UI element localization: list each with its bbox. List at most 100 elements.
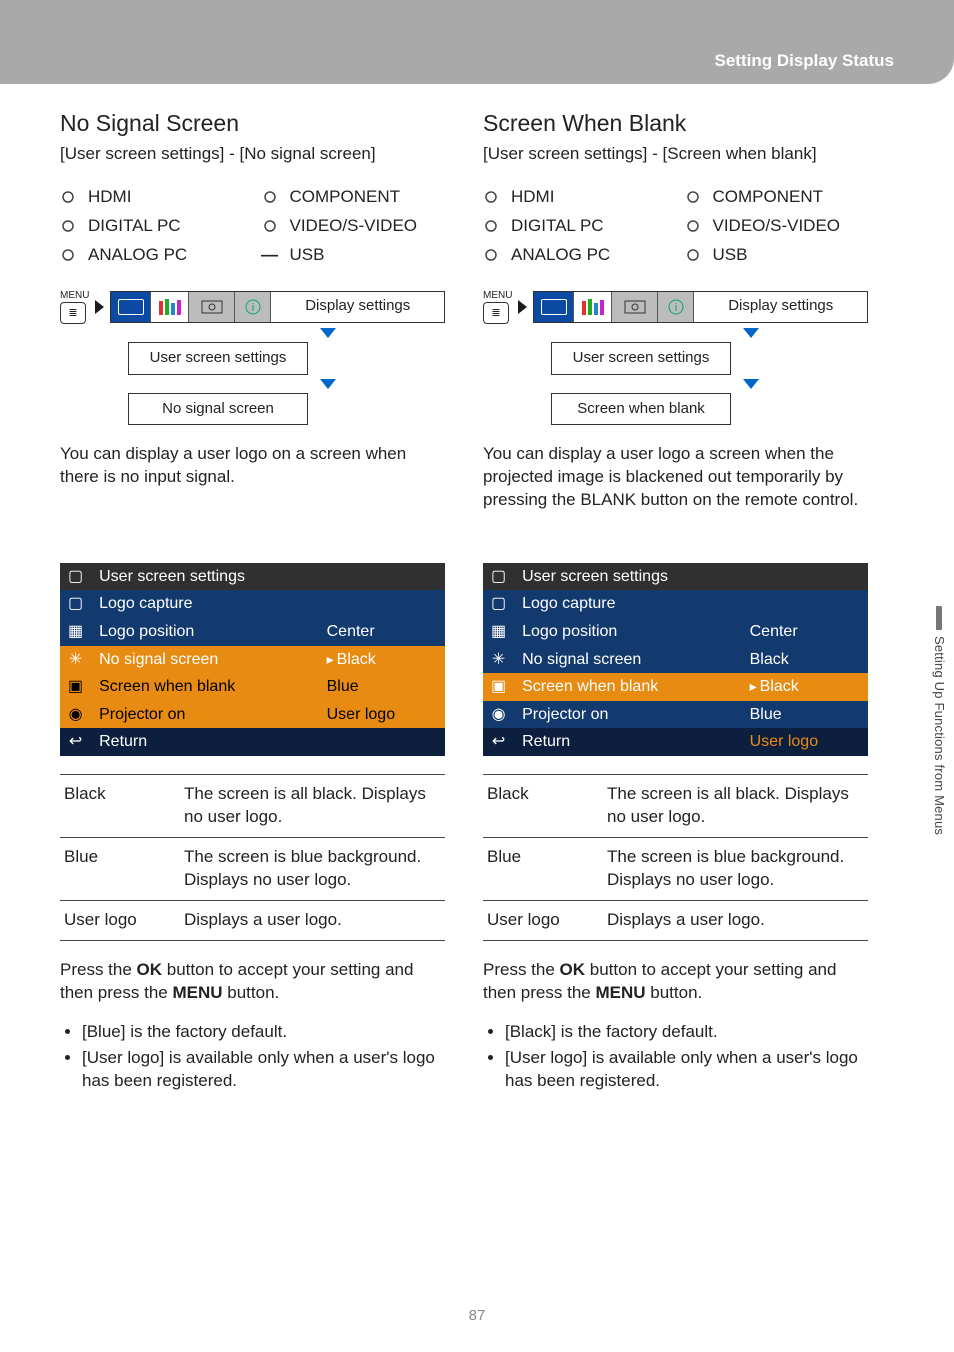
- arrow-down-icon: [320, 379, 336, 389]
- tab-image-icon: [111, 292, 151, 322]
- note-item: [User logo] is available only when a use…: [505, 1047, 868, 1093]
- option-name: User logo: [60, 900, 180, 940]
- option-name: Blue: [60, 837, 180, 900]
- note-item: [Blue] is the factory default.: [82, 1021, 445, 1044]
- option-desc: The screen is blue background. Displays …: [603, 837, 868, 900]
- osd-menu-left: ▢User screen settings ▢Logo capture ▦Log…: [60, 563, 445, 756]
- menu-key-label: MENU: [60, 289, 89, 303]
- section-title-right: Screen When Blank: [483, 108, 868, 139]
- osd-row-label: Logo position: [514, 618, 742, 646]
- tab-info-icon: i: [235, 292, 271, 322]
- arrow-right-icon: [95, 300, 104, 314]
- input-sources-left: HDMI DIGITAL PC ANALOG PC COMPONENT VIDE…: [60, 180, 445, 273]
- body-text-right: You can display a user logo a screen whe…: [483, 443, 868, 537]
- menu-item-icon: ◉: [483, 701, 514, 729]
- left-column: No Signal Screen [User screen settings] …: [60, 98, 445, 1097]
- page-number: 87: [0, 1306, 954, 1326]
- osd-row-label: Return: [91, 728, 319, 756]
- input-label: DIGITAL PC: [88, 215, 181, 238]
- breadcrumb-left: [User screen settings] - [No signal scre…: [60, 143, 445, 166]
- arrow-down-icon: [743, 328, 759, 338]
- osd-row-label: Return: [514, 728, 742, 756]
- osd-title: User screen settings: [91, 563, 445, 591]
- osd-row-label: Screen when blank: [91, 673, 319, 701]
- tab-color-icon: [151, 292, 189, 322]
- tab-display-icon: [189, 292, 235, 322]
- screen-icon: ▢: [483, 563, 514, 591]
- return-icon: ↩: [60, 728, 91, 756]
- osd-row-label: Logo capture: [91, 590, 319, 618]
- input-label: HDMI: [88, 186, 131, 209]
- menu-item-icon: ▢: [483, 590, 514, 618]
- input-label: USB: [713, 244, 748, 267]
- notes-left: [Blue] is the factory default. [User log…: [66, 1021, 445, 1094]
- menu-tabs: i Display settings: [110, 291, 445, 323]
- tab-label: Display settings: [694, 292, 867, 322]
- section-title-left: No Signal Screen: [60, 108, 445, 139]
- option-name: User logo: [483, 900, 603, 940]
- arrow-down-icon: [320, 328, 336, 338]
- svg-text:i: i: [252, 302, 254, 314]
- breadcrumb-right: [User screen settings] - [Screen when bl…: [483, 143, 868, 166]
- note-item: [Black] is the factory default.: [505, 1021, 868, 1044]
- radio-icon: [60, 189, 76, 205]
- input-label: COMPONENT: [290, 186, 401, 209]
- input-label: USB: [290, 244, 325, 267]
- return-icon: ↩: [483, 728, 514, 756]
- menu-step-2: No signal screen: [128, 393, 308, 425]
- input-label: VIDEO/S-VIDEO: [290, 215, 418, 238]
- input-sources-right: HDMI DIGITAL PC ANALOG PC COMPONENT VIDE…: [483, 180, 868, 273]
- menu-item-icon: ◉: [60, 701, 91, 729]
- dash-icon: —: [262, 247, 278, 263]
- menu-item-icon: ▢: [60, 590, 91, 618]
- option-desc: Displays a user logo.: [603, 900, 868, 940]
- notes-right: [Black] is the factory default. [User lo…: [489, 1021, 868, 1094]
- option-desc: Displays a user logo.: [180, 900, 445, 940]
- option-desc: The screen is blue background. Displays …: [180, 837, 445, 900]
- osd-row-label: Logo position: [91, 618, 319, 646]
- menu-path-left: MENU ≣ i Display settings User screen se…: [60, 289, 445, 425]
- menu-key-label: MENU: [483, 289, 512, 303]
- osd-row-label: Projector on: [514, 701, 742, 729]
- osd-row-label: No signal screen: [91, 646, 319, 674]
- press-instruction-right: Press the OK button to accept your setti…: [483, 959, 868, 1005]
- menu-item-icon: ✳: [60, 646, 91, 674]
- arrow-down-icon: [743, 379, 759, 389]
- menu-step-1: User screen settings: [128, 342, 308, 374]
- page-header: Setting Display Status: [0, 0, 954, 84]
- osd-title: User screen settings: [514, 563, 868, 591]
- radio-icon: [483, 189, 499, 205]
- input-label: VIDEO/S-VIDEO: [713, 215, 841, 238]
- tab-color-icon: [574, 292, 612, 322]
- option-desc: The screen is all black. Displays no use…: [603, 774, 868, 837]
- right-column: Screen When Blank [User screen settings]…: [483, 98, 868, 1097]
- tab-label: Display settings: [271, 292, 444, 322]
- press-instruction-left: Press the OK button to accept your setti…: [60, 959, 445, 1005]
- input-label: COMPONENT: [713, 186, 824, 209]
- header-title: Setting Display Status: [715, 50, 894, 73]
- osd-row-label: Logo capture: [514, 590, 742, 618]
- radio-icon: [483, 218, 499, 234]
- radio-icon: [262, 189, 278, 205]
- menu-path-right: MENU ≣ i Display settings User screen se…: [483, 289, 868, 425]
- radio-icon: [60, 218, 76, 234]
- radio-icon: [685, 189, 701, 205]
- option-name: Black: [483, 774, 603, 837]
- option-name: Blue: [483, 837, 603, 900]
- osd-menu-right: ▢User screen settings ▢Logo capture ▦Log…: [483, 563, 868, 756]
- screen-icon: ▢: [60, 563, 91, 591]
- radio-icon: [685, 218, 701, 234]
- menu-tabs: i Display settings: [533, 291, 868, 323]
- tab-info-icon: i: [658, 292, 694, 322]
- menu-item-icon: ✳: [483, 646, 514, 674]
- input-label: ANALOG PC: [88, 244, 187, 267]
- options-table-left: BlackThe screen is all black. Displays n…: [60, 774, 445, 941]
- tab-image-icon: [534, 292, 574, 322]
- input-label: DIGITAL PC: [511, 215, 604, 238]
- options-table-right: BlackThe screen is all black. Displays n…: [483, 774, 868, 941]
- side-tab-marker: [936, 606, 942, 630]
- arrow-right-icon: [518, 300, 527, 314]
- side-tab: Setting Up Functions from Menus: [930, 606, 948, 835]
- osd-row-label: No signal screen: [514, 646, 742, 674]
- osd-row-label: Screen when blank: [514, 673, 742, 701]
